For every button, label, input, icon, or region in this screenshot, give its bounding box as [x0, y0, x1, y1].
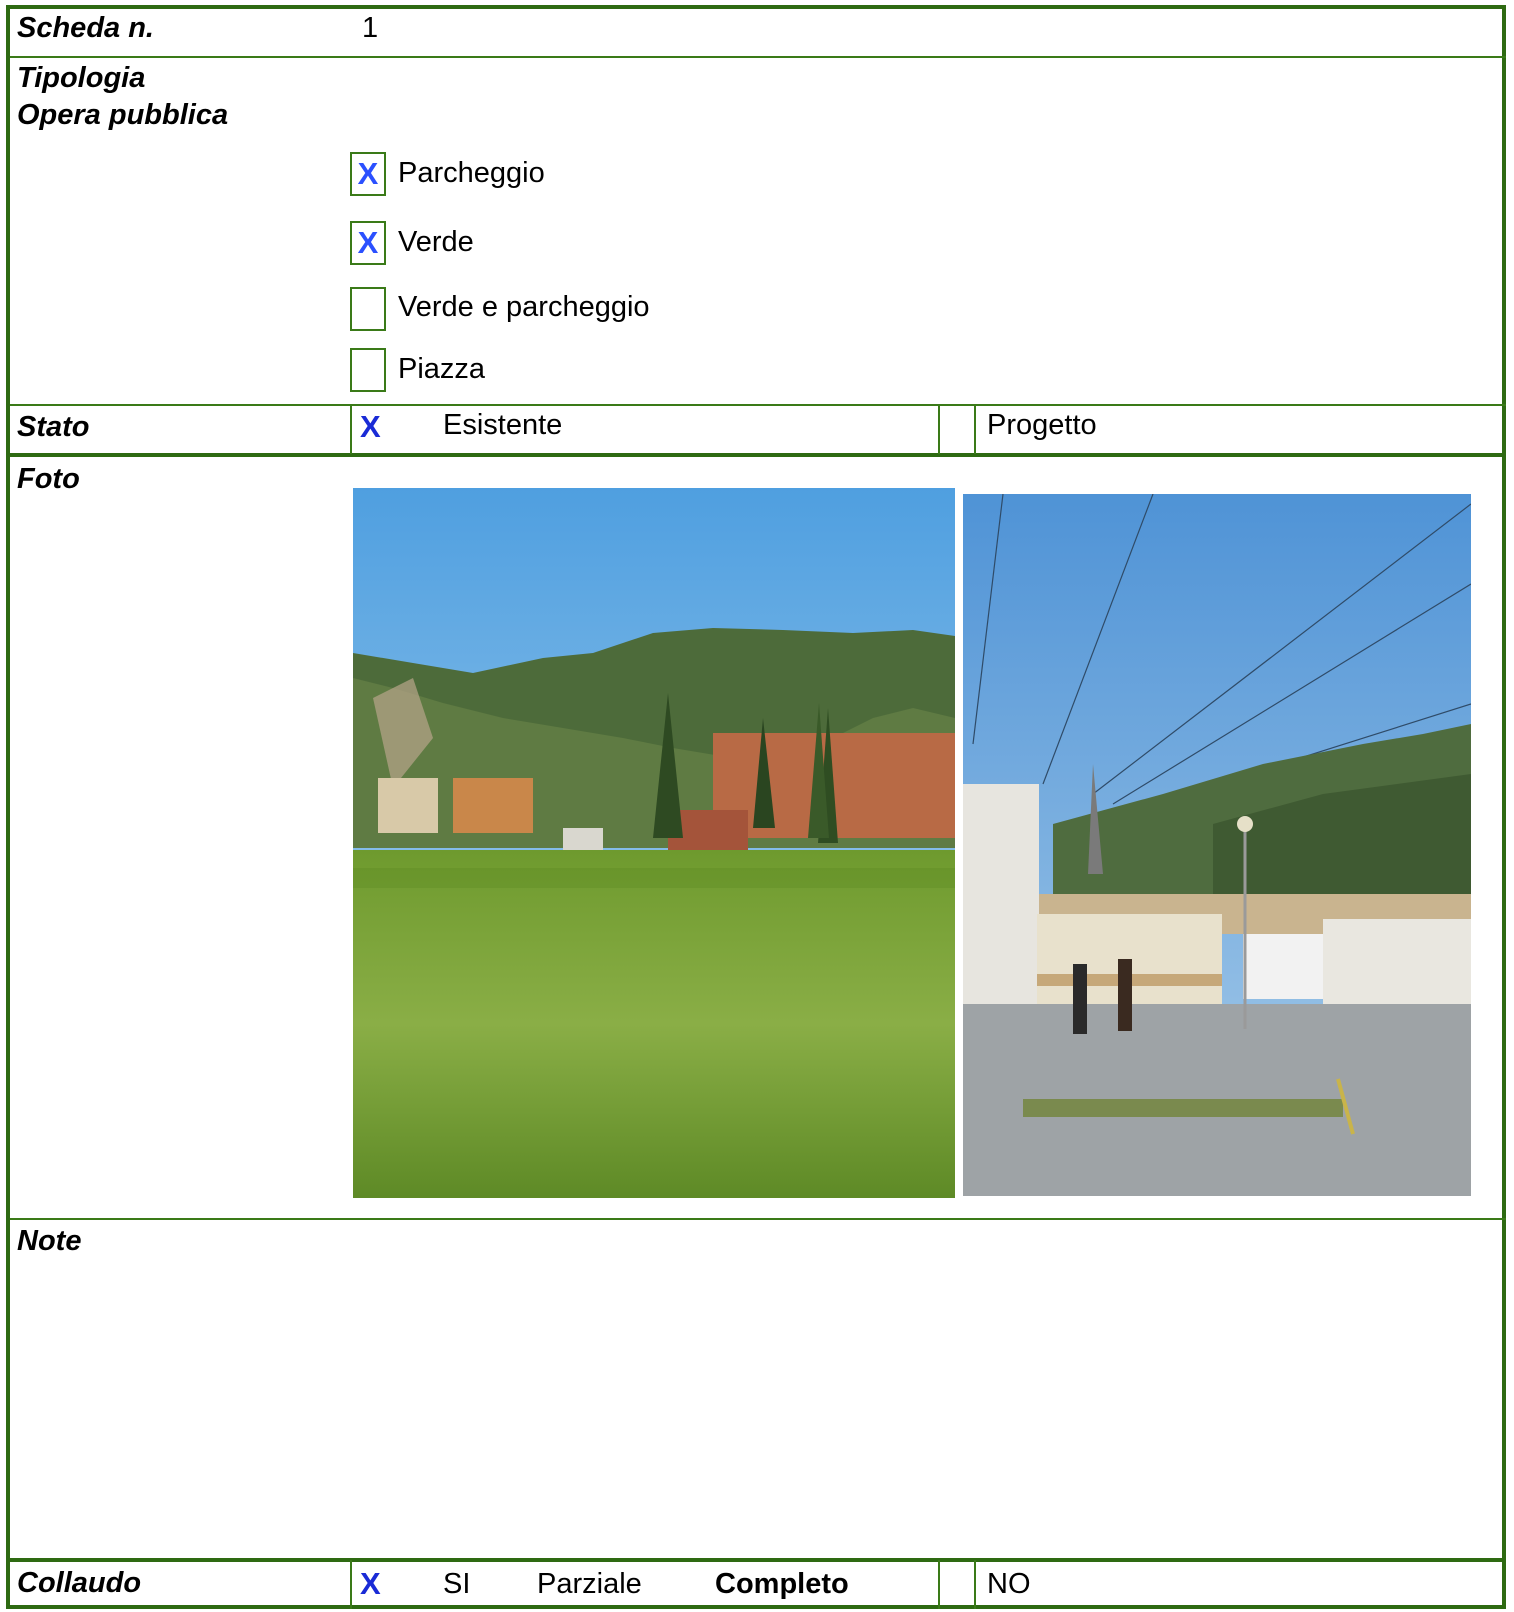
- collaudo-si-label: SI: [443, 1568, 471, 1600]
- collaudo-parziale-label: Parziale: [537, 1568, 642, 1600]
- option-label-verde: Verde: [398, 226, 474, 258]
- opera-pubblica-label: Opera pubblica: [17, 99, 229, 131]
- option-label-piazza: Piazza: [398, 353, 486, 385]
- stato-existing-label: Esistente: [443, 409, 563, 441]
- stato-label: Stato: [17, 411, 90, 443]
- col-divider-stato-3: [974, 404, 976, 454]
- collaudo-no-label: NO: [987, 1568, 1031, 1600]
- col-divider-stato-2: [938, 404, 940, 454]
- photo-green-area-image: [353, 488, 955, 1198]
- collaudo-completo-label: Completo: [715, 1568, 849, 1600]
- checkbox-verde-e-parcheggio[interactable]: [350, 287, 386, 331]
- option-label-verde-e-parcheggio: Verde e parcheggio: [398, 291, 650, 323]
- col-divider-collaudo-2: [938, 1560, 940, 1609]
- rule-note: [10, 1558, 1506, 1562]
- col-divider-stato: [350, 404, 352, 454]
- stato-project-label: Progetto: [987, 409, 1097, 441]
- rule-scheda: [10, 56, 1506, 58]
- checkbox-verde[interactable]: X: [350, 221, 386, 265]
- note-label: Note: [17, 1225, 82, 1257]
- foto-label: Foto: [17, 463, 80, 495]
- checkbox-parcheggio[interactable]: X: [350, 152, 386, 196]
- stato-existing-mark[interactable]: X: [360, 407, 381, 447]
- col-divider-collaudo: [350, 1560, 352, 1609]
- scheda-label: Scheda n.: [17, 12, 154, 44]
- photo-camper-parking-image: [963, 494, 1471, 1196]
- rule-stato: [10, 453, 1506, 457]
- rule-foto: [10, 1218, 1506, 1220]
- photo-camper-parking: [963, 494, 1471, 1196]
- checkbox-piazza[interactable]: [350, 348, 386, 392]
- col-divider-collaudo-3: [974, 1560, 976, 1609]
- tipologia-label: Tipologia: [17, 62, 146, 94]
- collaudo-label: Collaudo: [17, 1567, 142, 1599]
- scheda-value: 1: [362, 12, 379, 44]
- photo-green-area: [353, 488, 955, 1198]
- option-label-parcheggio: Parcheggio: [398, 157, 545, 189]
- collaudo-si-mark[interactable]: X: [360, 1564, 381, 1604]
- rule-tipologia: [10, 404, 1506, 406]
